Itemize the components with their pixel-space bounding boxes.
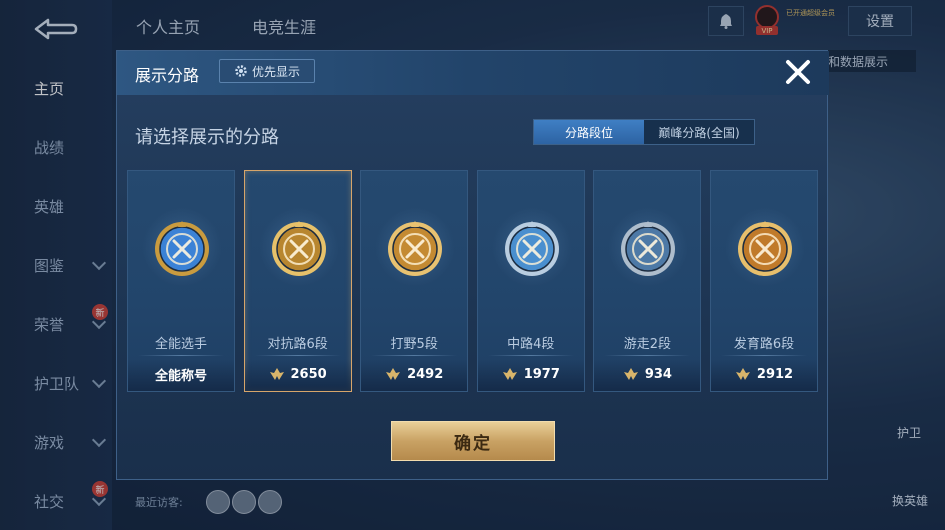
dialog-subtitle: 请选择展示的分路	[135, 127, 279, 148]
rank-badge-icon	[621, 221, 676, 276]
score-row: 1977	[478, 363, 584, 385]
peak-score-icon	[269, 368, 284, 380]
card-divider	[487, 355, 574, 356]
tab-lane-rank[interactable]: 分路段位	[534, 120, 644, 144]
priority-display-button[interactable]: 优先显示	[219, 59, 315, 83]
lane-name: 全能选手	[154, 337, 207, 352]
peak-score-icon	[502, 368, 517, 380]
lane-card[interactable]: 打野5段 2492	[360, 170, 469, 392]
card-divider	[254, 355, 341, 356]
lane-name: 中路4段	[507, 337, 555, 352]
dialog-title: 展示分路	[135, 66, 200, 85]
lane-name: 对抗路6段	[267, 337, 328, 352]
dialog-header: 展示分路 优先显示	[117, 51, 829, 95]
lane-card[interactable]: 中路4段 1977	[476, 170, 585, 392]
lane-name: 打野5段	[390, 337, 438, 352]
rank-badge-icon	[155, 221, 209, 276]
priority-display-label: 优先显示	[251, 64, 300, 79]
lane-tabs: 分路段位 巅峰分路(全国)	[533, 119, 755, 145]
peak-score-icon	[386, 368, 401, 380]
lane-score: 934	[644, 366, 672, 382]
rank-badge-icon	[388, 221, 443, 276]
lane-name: 发育路6段	[733, 337, 795, 352]
lane-card[interactable]: 游走2段 934	[593, 170, 702, 392]
confirm-button[interactable]: 确定	[391, 421, 555, 461]
display-lane-dialog: 展示分路 优先显示 请选择展示的分路 分路段位 巅峰分路(全国) 全能选手全能称…	[116, 50, 829, 480]
lane-score: 2492	[407, 366, 444, 382]
peak-score-icon	[735, 368, 750, 380]
rank-badge-icon	[504, 221, 559, 276]
lane-name: 游走2段	[623, 337, 672, 352]
score-row: 2492	[361, 363, 467, 385]
tab-peak-lane-national[interactable]: 巅峰分路(全国)	[644, 120, 754, 144]
card-divider	[721, 355, 807, 356]
peak-score-icon	[623, 368, 638, 380]
rank-badge-icon	[738, 221, 792, 276]
lane-card[interactable]: 全能选手 全能称号	[127, 170, 235, 392]
lane-score: 2912	[756, 366, 794, 382]
lane-card[interactable]: 对抗路6段 2650	[243, 170, 352, 392]
score-row: 2650	[245, 363, 351, 385]
lane-score: 全能称号	[154, 368, 207, 384]
score-row: 全能称号	[128, 363, 234, 385]
score-row: 2912	[711, 363, 817, 385]
score-row: 934	[594, 363, 700, 385]
close-icon[interactable]	[783, 57, 813, 87]
card-divider	[371, 355, 458, 356]
lane-score: 2650	[290, 366, 327, 382]
gear-icon	[235, 65, 247, 77]
lane-card[interactable]: 发育路6段 2912	[710, 170, 818, 392]
card-divider	[138, 355, 224, 356]
lane-score: 1977	[523, 366, 560, 382]
card-divider	[604, 355, 691, 356]
rank-badge-icon	[271, 221, 326, 276]
